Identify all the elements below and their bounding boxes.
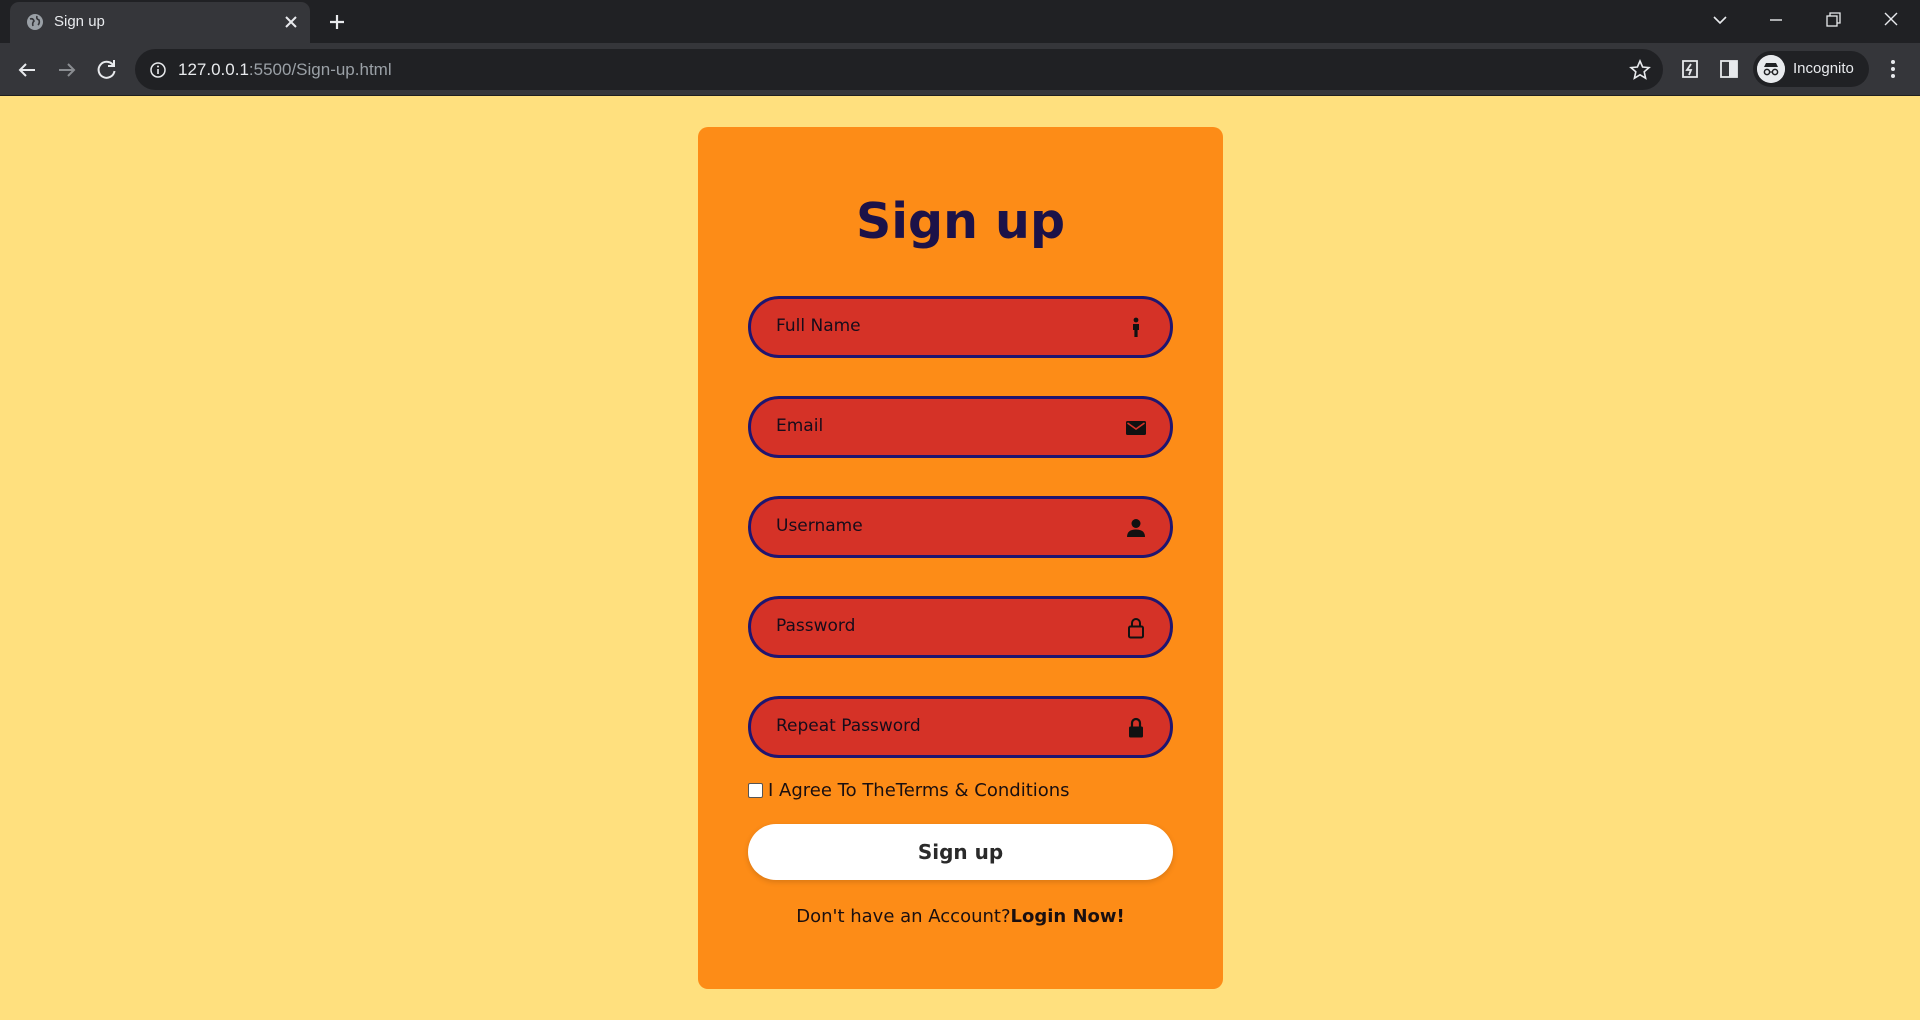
tab-title: Sign up xyxy=(54,13,105,30)
person-standing-icon xyxy=(1133,317,1139,337)
browser-tab-strip: Sign up xyxy=(0,0,1920,43)
side-panel-icon[interactable] xyxy=(1716,56,1742,82)
url-text: 127.0.0.1:5500/Sign-up.html xyxy=(178,60,392,80)
browser-tab[interactable]: Sign up xyxy=(10,2,310,43)
restore-icon[interactable] xyxy=(1819,8,1847,32)
signup-card: Sign up Full Name Email Username Passwor… xyxy=(698,127,1223,989)
minimize-icon[interactable] xyxy=(1762,8,1790,32)
login-prompt-text: Don't have an Account? xyxy=(796,906,1011,927)
username-placeholder: Username xyxy=(776,516,863,536)
envelope-icon xyxy=(1126,421,1146,435)
terms-agreement: I Agree To TheTerms & Conditions xyxy=(748,780,1168,804)
more-menu-icon[interactable] xyxy=(1880,56,1906,82)
tab-search-chevron-icon[interactable] xyxy=(1706,8,1734,32)
bookmark-star-icon[interactable] xyxy=(1629,59,1651,81)
signup-button[interactable]: Sign up xyxy=(748,824,1173,880)
url-path: :5500/Sign-up.html xyxy=(248,60,392,79)
repeat-password-placeholder: Repeat Password xyxy=(776,716,921,736)
terms-label[interactable]: I Agree To TheTerms & Conditions xyxy=(768,780,1070,801)
user-icon xyxy=(1127,519,1145,537)
site-info-icon[interactable] xyxy=(149,61,167,79)
login-prompt: Don't have an Account?Login Now! xyxy=(698,906,1223,927)
lock-open-icon xyxy=(1128,618,1144,639)
browser-toolbar: 127.0.0.1:5500/Sign-up.html Incognito xyxy=(0,43,1920,96)
lock-closed-icon xyxy=(1129,717,1143,738)
email-input[interactable]: Email xyxy=(748,396,1173,458)
page-title: Sign up xyxy=(855,193,1066,250)
password-input[interactable]: Password xyxy=(748,596,1173,658)
terms-checkbox[interactable] xyxy=(748,783,763,798)
globe-icon xyxy=(27,14,43,30)
extension-icon[interactable] xyxy=(1677,56,1703,82)
back-arrow-icon[interactable] xyxy=(13,56,41,84)
email-placeholder: Email xyxy=(776,416,824,436)
address-bar[interactable]: 127.0.0.1:5500/Sign-up.html xyxy=(135,49,1663,90)
login-now-link[interactable]: Login Now! xyxy=(1011,906,1125,927)
url-host: 127.0.0.1 xyxy=(178,60,249,79)
close-tab-icon[interactable] xyxy=(282,13,300,31)
incognito-icon xyxy=(1757,55,1785,83)
username-input[interactable]: Username xyxy=(748,496,1173,558)
full-name-placeholder: Full Name xyxy=(776,316,861,336)
full-name-input[interactable]: Full Name xyxy=(748,296,1173,358)
repeat-password-input[interactable]: Repeat Password xyxy=(748,696,1173,758)
reload-icon[interactable] xyxy=(93,56,121,84)
new-tab-icon[interactable] xyxy=(325,10,349,34)
password-placeholder: Password xyxy=(776,616,856,636)
incognito-profile-button[interactable]: Incognito xyxy=(1753,51,1869,87)
forward-arrow-icon[interactable] xyxy=(53,56,81,84)
close-window-icon[interactable] xyxy=(1877,8,1905,32)
incognito-label: Incognito xyxy=(1793,60,1854,77)
